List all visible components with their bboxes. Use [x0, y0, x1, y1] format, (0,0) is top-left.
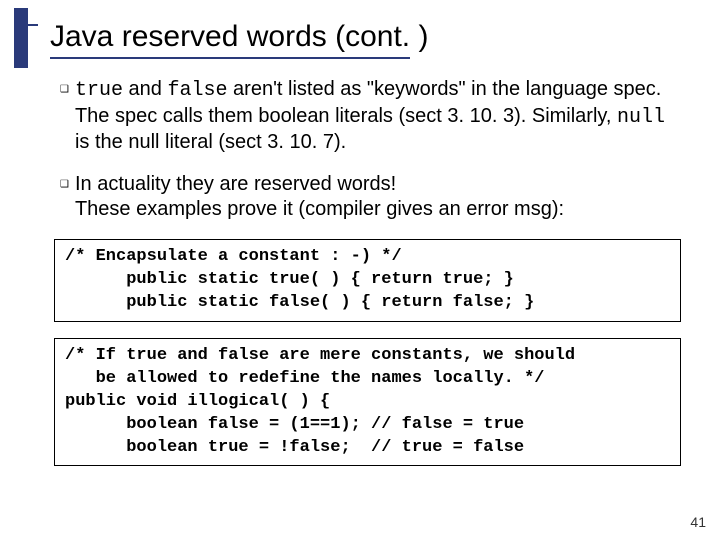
page-number: 41 [690, 514, 706, 530]
title-underline [50, 57, 410, 59]
code-block: /* Encapsulate a constant : -) */ public… [54, 239, 681, 322]
title-block: Java reserved words (cont. ) [50, 20, 685, 59]
bullet-text: In actuality they are reserved words! Th… [75, 172, 685, 223]
slide-title: Java reserved words (cont. ) [50, 20, 685, 53]
bullet-text: true and false aren't listed as "keyword… [75, 77, 685, 156]
corner-tick-v [26, 8, 28, 26]
bullet-item: ❑ In actuality they are reserved words! … [60, 172, 685, 223]
bullet-item: ❑ true and false aren't listed as "keywo… [60, 77, 685, 156]
code-block: /* If true and false are mere constants,… [54, 338, 681, 467]
bullet-marker-icon: ❑ [60, 84, 69, 97]
slide-body: Java reserved words (cont. ) ❑ true and … [0, 0, 720, 540]
bullet-marker-icon: ❑ [60, 179, 69, 192]
